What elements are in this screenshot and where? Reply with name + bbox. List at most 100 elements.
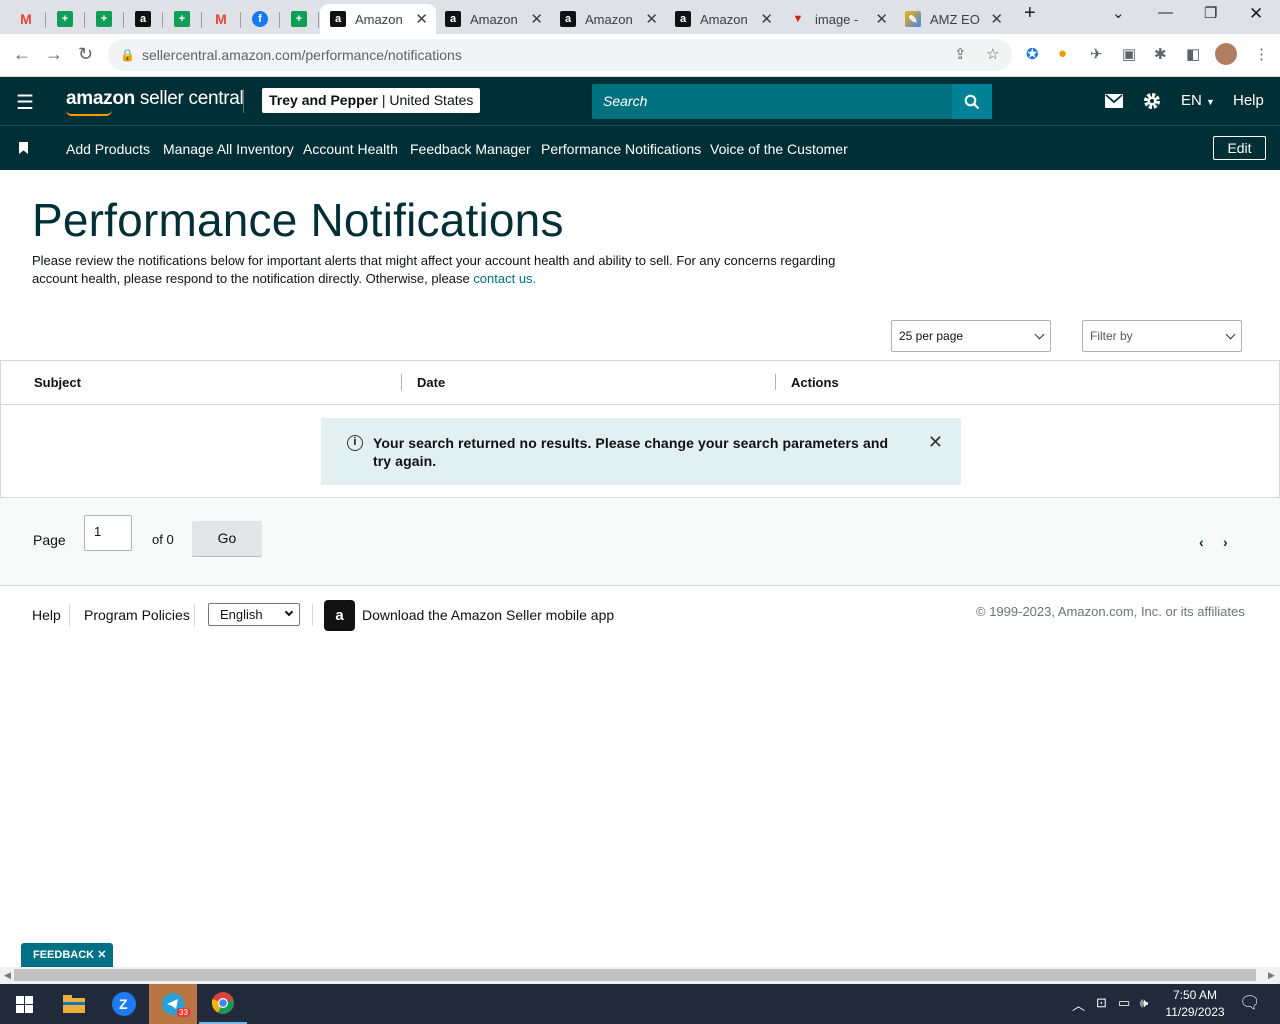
contact-us-link[interactable]: contact us. — [473, 271, 536, 286]
tray-chevron-icon[interactable]: ︿ — [1072, 995, 1085, 1014]
extension-icon[interactable]: ✪ — [1026, 45, 1039, 63]
column-divider — [401, 374, 402, 390]
footer-language-select[interactable]: English — [208, 603, 300, 626]
edit-button[interactable]: Edit — [1213, 136, 1266, 160]
chrome-taskbar-icon[interactable] — [199, 984, 247, 1024]
close-tab-icon[interactable]: ✕ — [530, 10, 543, 28]
account-switcher[interactable]: Trey and Pepper | United States — [262, 88, 481, 113]
browser-tab[interactable]: M — [7, 4, 46, 34]
filter-by-select[interactable]: Filter by — [1082, 320, 1242, 352]
column-actions[interactable]: Actions — [791, 375, 839, 390]
no-results-message: Your search returned no results. Please … — [373, 435, 889, 469]
meet-now-icon[interactable]: ⊡ — [1096, 995, 1107, 1011]
footer-help-link[interactable]: Help — [32, 607, 61, 623]
footer-program-policies-link[interactable]: Program Policies — [84, 607, 190, 623]
scrollbar-thumb[interactable] — [14, 969, 1256, 981]
previous-page-icon[interactable]: ‹ — [1199, 534, 1204, 550]
browser-tab[interactable]: + — [46, 4, 85, 34]
zalo-icon[interactable]: Z — [100, 984, 148, 1024]
chevron-down-icon — [1034, 329, 1045, 340]
system-clock[interactable]: 7:50 AM 11/29/2023 — [1160, 987, 1230, 1021]
language-selector[interactable]: EN ▼ — [1181, 92, 1215, 109]
new-tab-icon[interactable]: + — [1024, 2, 1036, 25]
feedback-tab[interactable]: FEEDBACK ✕ — [21, 943, 113, 967]
browser-tab[interactable]: a Amazon ✕ — [435, 4, 551, 34]
nav-performance-notifications[interactable]: Performance Notifications — [541, 141, 701, 157]
seller-central-logo[interactable]: amazon seller central — [66, 88, 244, 110]
column-date[interactable]: Date — [417, 375, 445, 390]
per-page-select[interactable]: 25 per page — [891, 320, 1051, 352]
amazon-icon: a — [560, 11, 576, 27]
share-icon[interactable]: ⇪ — [954, 39, 967, 71]
account-region: United States — [389, 92, 474, 108]
browser-tab[interactable]: f — [241, 4, 280, 34]
close-tab-icon[interactable]: ✕ — [415, 10, 428, 28]
amazon-seller-app-icon[interactable]: a — [324, 600, 355, 631]
search-button[interactable] — [952, 84, 992, 119]
restore-icon[interactable]: ❐ — [1204, 4, 1217, 22]
go-button[interactable]: Go — [192, 521, 262, 556]
browser-tab[interactable]: a Amazon ✕ — [550, 4, 666, 34]
nav-feedback-manager[interactable]: Feedback Manager — [410, 141, 531, 157]
side-panel-icon[interactable]: ◧ — [1186, 45, 1200, 63]
horizontal-scrollbar[interactable]: ◀ ▶ — [0, 967, 1280, 984]
extensions-puzzle-icon[interactable]: ✱ — [1154, 45, 1167, 63]
browser-tab[interactable]: a Amazon ✕ — [320, 4, 436, 34]
windows-start-icon[interactable] — [0, 984, 48, 1024]
chrome-menu-icon[interactable]: ⋮ — [1254, 45, 1269, 63]
scroll-right-icon[interactable]: ▶ — [1268, 970, 1275, 981]
file-explorer-icon[interactable] — [50, 984, 98, 1024]
browser-tab[interactable]: M — [202, 4, 241, 34]
nav-account-health[interactable]: Account Health — [303, 141, 398, 157]
nav-manage-all-inventory[interactable]: Manage All Inventory — [163, 141, 294, 157]
scroll-left-icon[interactable]: ◀ — [4, 970, 11, 981]
next-page-icon[interactable]: › — [1223, 534, 1228, 550]
page-number-input[interactable]: 1 — [84, 515, 132, 551]
profile-avatar[interactable] — [1215, 43, 1237, 65]
info-icon: i — [347, 435, 363, 451]
reload-icon[interactable]: ↻ — [78, 44, 93, 65]
column-subject[interactable]: Subject — [34, 375, 81, 390]
network-icon[interactable]: ▭ — [1118, 995, 1130, 1011]
volume-icon[interactable]: 🕪 — [1140, 995, 1148, 1011]
browser-tab[interactable]: + — [280, 4, 319, 34]
close-alert-icon[interactable]: ✕ — [928, 433, 943, 451]
browser-tab[interactable]: ✎ AMZ EO ✕ — [895, 4, 1011, 34]
address-bar[interactable]: 🔒 sellercentral.amazon.com/performance/n… — [108, 39, 1012, 71]
gear-icon[interactable] — [1143, 92, 1161, 110]
close-tab-icon[interactable]: ✕ — [645, 10, 658, 28]
nav-add-products[interactable]: Add Products — [66, 141, 150, 157]
close-tab-icon[interactable]: ✕ — [990, 10, 1003, 28]
back-icon[interactable]: ← — [13, 44, 31, 65]
tab-title: Amazon — [700, 11, 748, 27]
hamburger-menu-icon[interactable]: ☰ — [16, 90, 34, 115]
no-results-alert: i Your search returned no results. Pleas… — [321, 418, 961, 485]
mail-icon[interactable] — [1105, 94, 1123, 108]
browser-tab[interactable]: a — [124, 4, 163, 34]
browser-tab[interactable]: + — [163, 4, 202, 34]
nav-voice-of-the-customer[interactable]: Voice of the Customer — [710, 141, 848, 157]
bookmark-star-icon[interactable]: ☆ — [986, 39, 999, 71]
browser-tab[interactable]: ▼ image - ✕ — [780, 4, 896, 34]
close-tab-icon[interactable]: ✕ — [875, 10, 888, 28]
browser-tab[interactable]: a Amazon ✕ — [665, 4, 781, 34]
browser-tab[interactable]: + — [85, 4, 124, 34]
extension-icon[interactable]: ● — [1058, 45, 1067, 62]
extension-off-icon[interactable]: ▣ — [1122, 45, 1136, 63]
notification-center-icon[interactable]: 🗨 — [1239, 993, 1261, 1013]
forward-icon[interactable]: → — [45, 44, 63, 65]
help-link[interactable]: Help — [1233, 92, 1264, 109]
telegram-icon[interactable]: 33 — [149, 984, 197, 1024]
close-tab-icon[interactable]: ✕ — [760, 10, 773, 28]
copyright-text: © 1999-2023, Amazon.com, Inc. or its aff… — [976, 604, 1245, 619]
close-window-icon[interactable]: ✕ — [1249, 4, 1263, 24]
bookmark-icon[interactable] — [19, 142, 28, 154]
page-title: Performance Notifications — [32, 194, 564, 246]
close-feedback-icon[interactable]: ✕ — [97, 949, 106, 961]
search-input[interactable]: Search — [592, 84, 952, 119]
tab-search-icon[interactable]: ⌄ — [1112, 4, 1125, 22]
extension-icon[interactable]: ✈ — [1090, 45, 1103, 63]
download-app-link[interactable]: Download the Amazon Seller mobile app — [362, 607, 614, 623]
minimize-icon[interactable]: — — [1158, 4, 1173, 21]
page-description: Please review the notifications below fo… — [32, 252, 862, 288]
